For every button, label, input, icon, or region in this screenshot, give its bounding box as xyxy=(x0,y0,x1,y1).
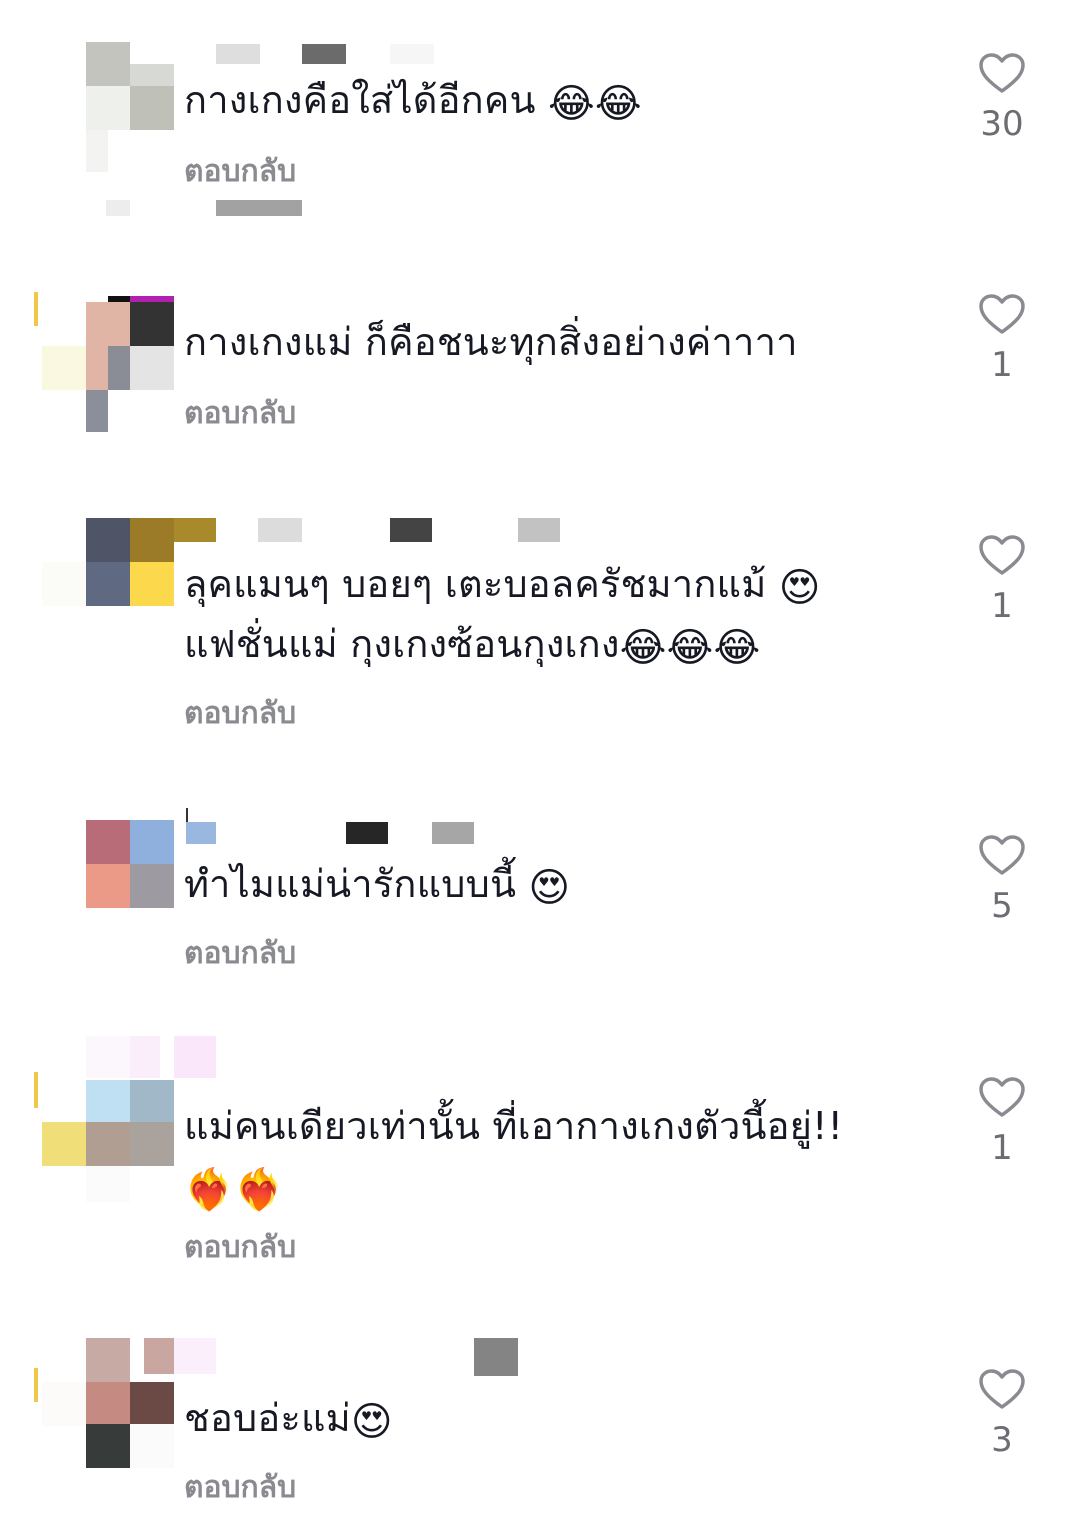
comment-text: ชอบอ่ะแม่😍 xyxy=(184,1388,904,1448)
comment-body: ชอบอ่ะแม่ xyxy=(184,1396,351,1440)
like-group: 3 xyxy=(970,1368,1034,1460)
comment-item: ชอบอ่ะแม่😍 ตอบกลับ 3 xyxy=(0,0,1080,1532)
heart-outline-icon[interactable] xyxy=(978,1368,1026,1410)
heart-eyes-emoji: 😍 xyxy=(350,1399,393,1445)
reply-button[interactable]: ตอบกลับ xyxy=(184,1464,296,1511)
comment-list: กางเกงคือใส่ได้อีกคน 😂😂 ตอบกลับ 30 กางเก… xyxy=(0,0,1080,1532)
like-count: 3 xyxy=(991,1420,1013,1460)
